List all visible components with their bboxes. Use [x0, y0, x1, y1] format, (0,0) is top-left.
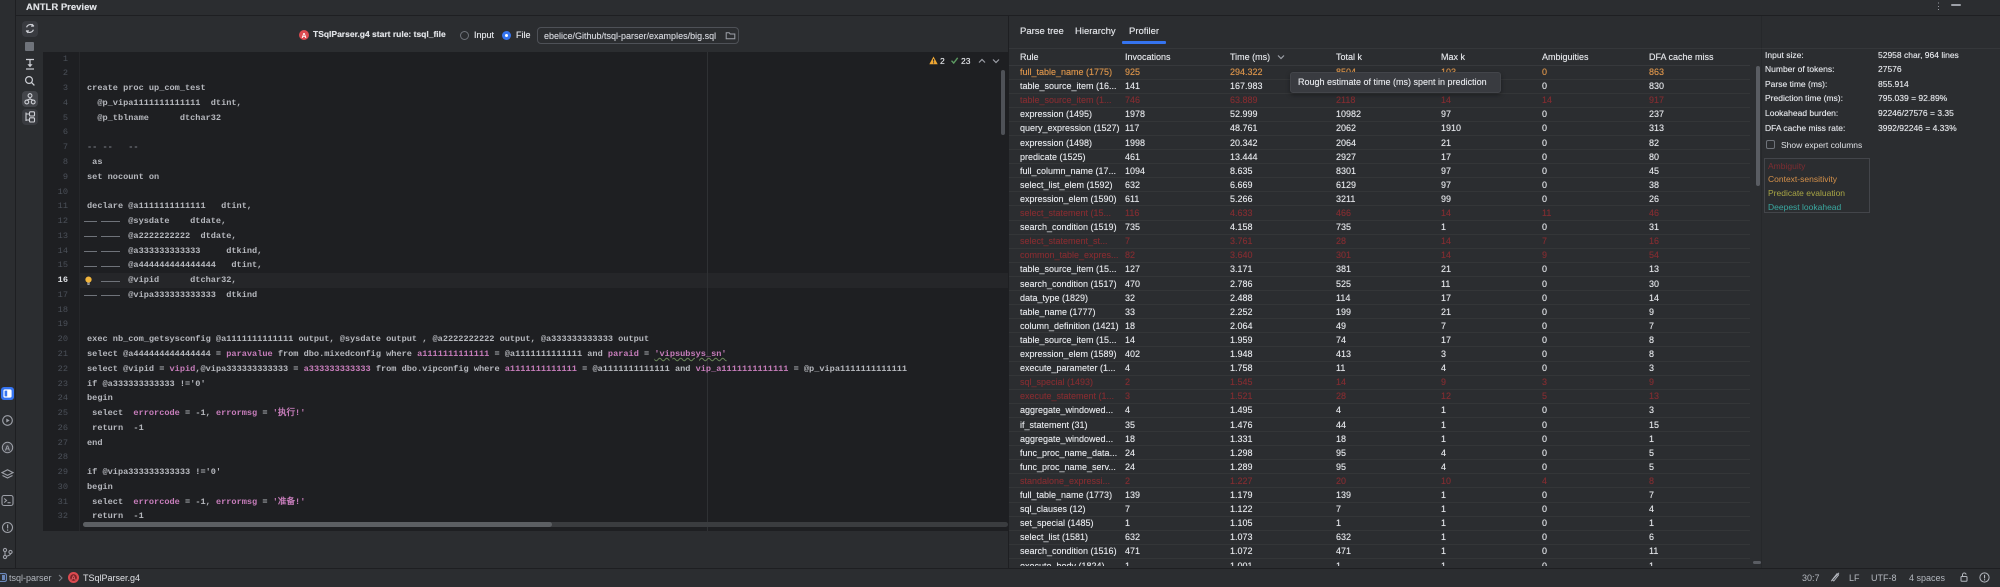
svg-text:A: A — [301, 33, 306, 40]
svg-text:A: A — [71, 575, 76, 582]
svg-text:A: A — [5, 443, 11, 452]
